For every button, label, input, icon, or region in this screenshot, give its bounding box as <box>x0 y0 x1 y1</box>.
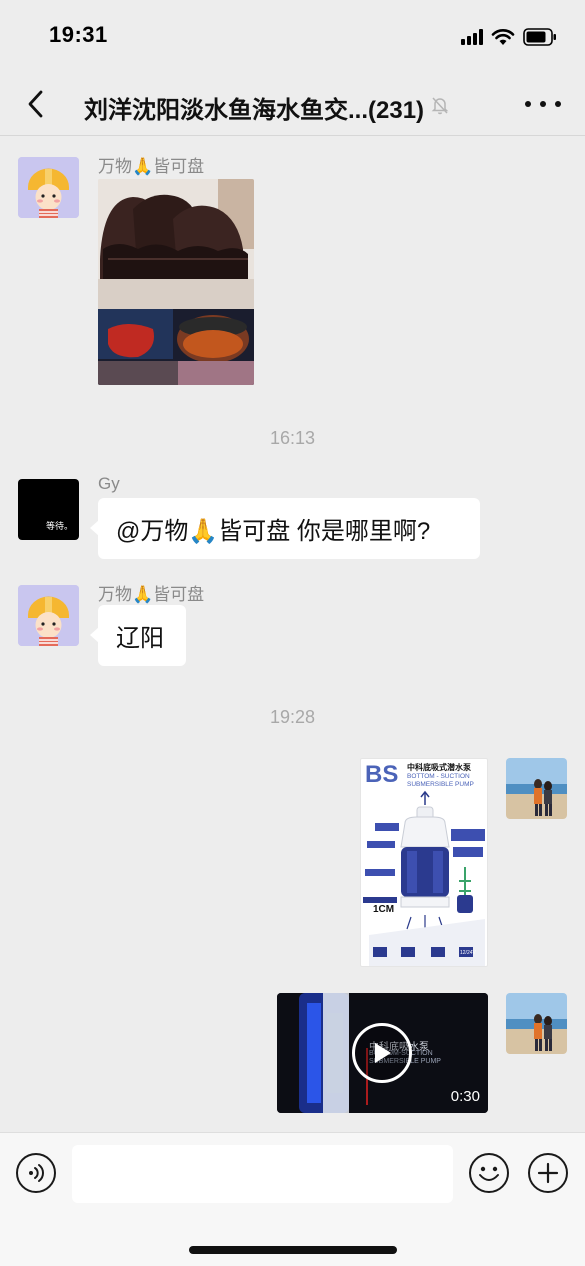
more-button[interactable] <box>525 94 561 114</box>
avatar-text: 等待。 <box>45 521 73 531</box>
wifi-icon <box>491 28 515 46</box>
home-indicator[interactable] <box>189 1246 397 1254</box>
avatar[interactable] <box>18 157 79 218</box>
timestamp: 16:13 <box>269 428 316 448</box>
product-title-cn: 中科底吸式潜水泵 <box>407 763 471 772</box>
video-duration: 0:30 <box>450 1088 480 1105</box>
cellular-signal-icon <box>461 29 483 45</box>
status-icons <box>461 26 557 48</box>
product-title-en-2: SUBMERSIBLE PUMP <box>407 781 474 788</box>
bell-off-icon <box>430 94 450 122</box>
chat-header: 刘洋沈阳淡水鱼海水鱼交...(231) <box>0 72 585 136</box>
self-avatar[interactable] <box>506 758 567 819</box>
emoji-button[interactable] <box>469 1153 509 1193</box>
chat-title-group: 刘洋沈阳淡水鱼海水鱼交...(231) <box>84 90 450 125</box>
voice-icon <box>29 1164 44 1182</box>
battery-icon <box>523 28 557 46</box>
play-button[interactable] <box>352 1023 412 1083</box>
message-input[interactable] <box>72 1145 453 1203</box>
product-title-en-1: BOTTOM - SUCTION <box>407 773 470 780</box>
sender-name: 万物🙏皆可盘 <box>98 585 205 604</box>
timestamp: 19:28 <box>269 707 316 727</box>
chat-title: 刘洋沈阳淡水鱼海水鱼交...(231) <box>84 97 425 124</box>
more-dots-icon <box>525 101 531 107</box>
status-bar: 19:31 <box>0 0 585 72</box>
chevron-left-icon <box>28 90 43 118</box>
message-bubble[interactable]: @万物🙏皆可盘 你是哪里啊? <box>90 498 480 559</box>
image-message[interactable]: BS 中科底吸式潜水泵 BOTTOM - SUCTION SUBMERSIBLE… <box>360 758 488 967</box>
self-avatar[interactable] <box>506 993 567 1054</box>
product-size-label: 1CM <box>373 904 395 915</box>
product-voltage: 12/24V <box>460 950 476 956</box>
back-button[interactable] <box>18 86 54 122</box>
sender-name: 万物🙏皆可盘 <box>98 157 205 176</box>
status-time: 19:31 <box>49 22 108 47</box>
avatar[interactable]: 等待。 <box>18 479 79 540</box>
message-bubble[interactable]: 辽阳 <box>90 605 186 666</box>
sender-name: Gy <box>98 474 120 493</box>
plus-icon <box>537 1162 559 1184</box>
emoji-icon <box>479 1166 499 1181</box>
avatar[interactable] <box>18 585 79 646</box>
plus-button[interactable] <box>528 1153 568 1193</box>
voice-button[interactable] <box>16 1153 56 1193</box>
image-message[interactable] <box>98 179 254 385</box>
video-message[interactable]: 中科底吸水泵 BOTTOM-SUCTION SUBMERSIBLE PUMP 0… <box>277 993 488 1113</box>
play-icon <box>375 1043 391 1063</box>
product-brand: BS <box>365 761 399 788</box>
